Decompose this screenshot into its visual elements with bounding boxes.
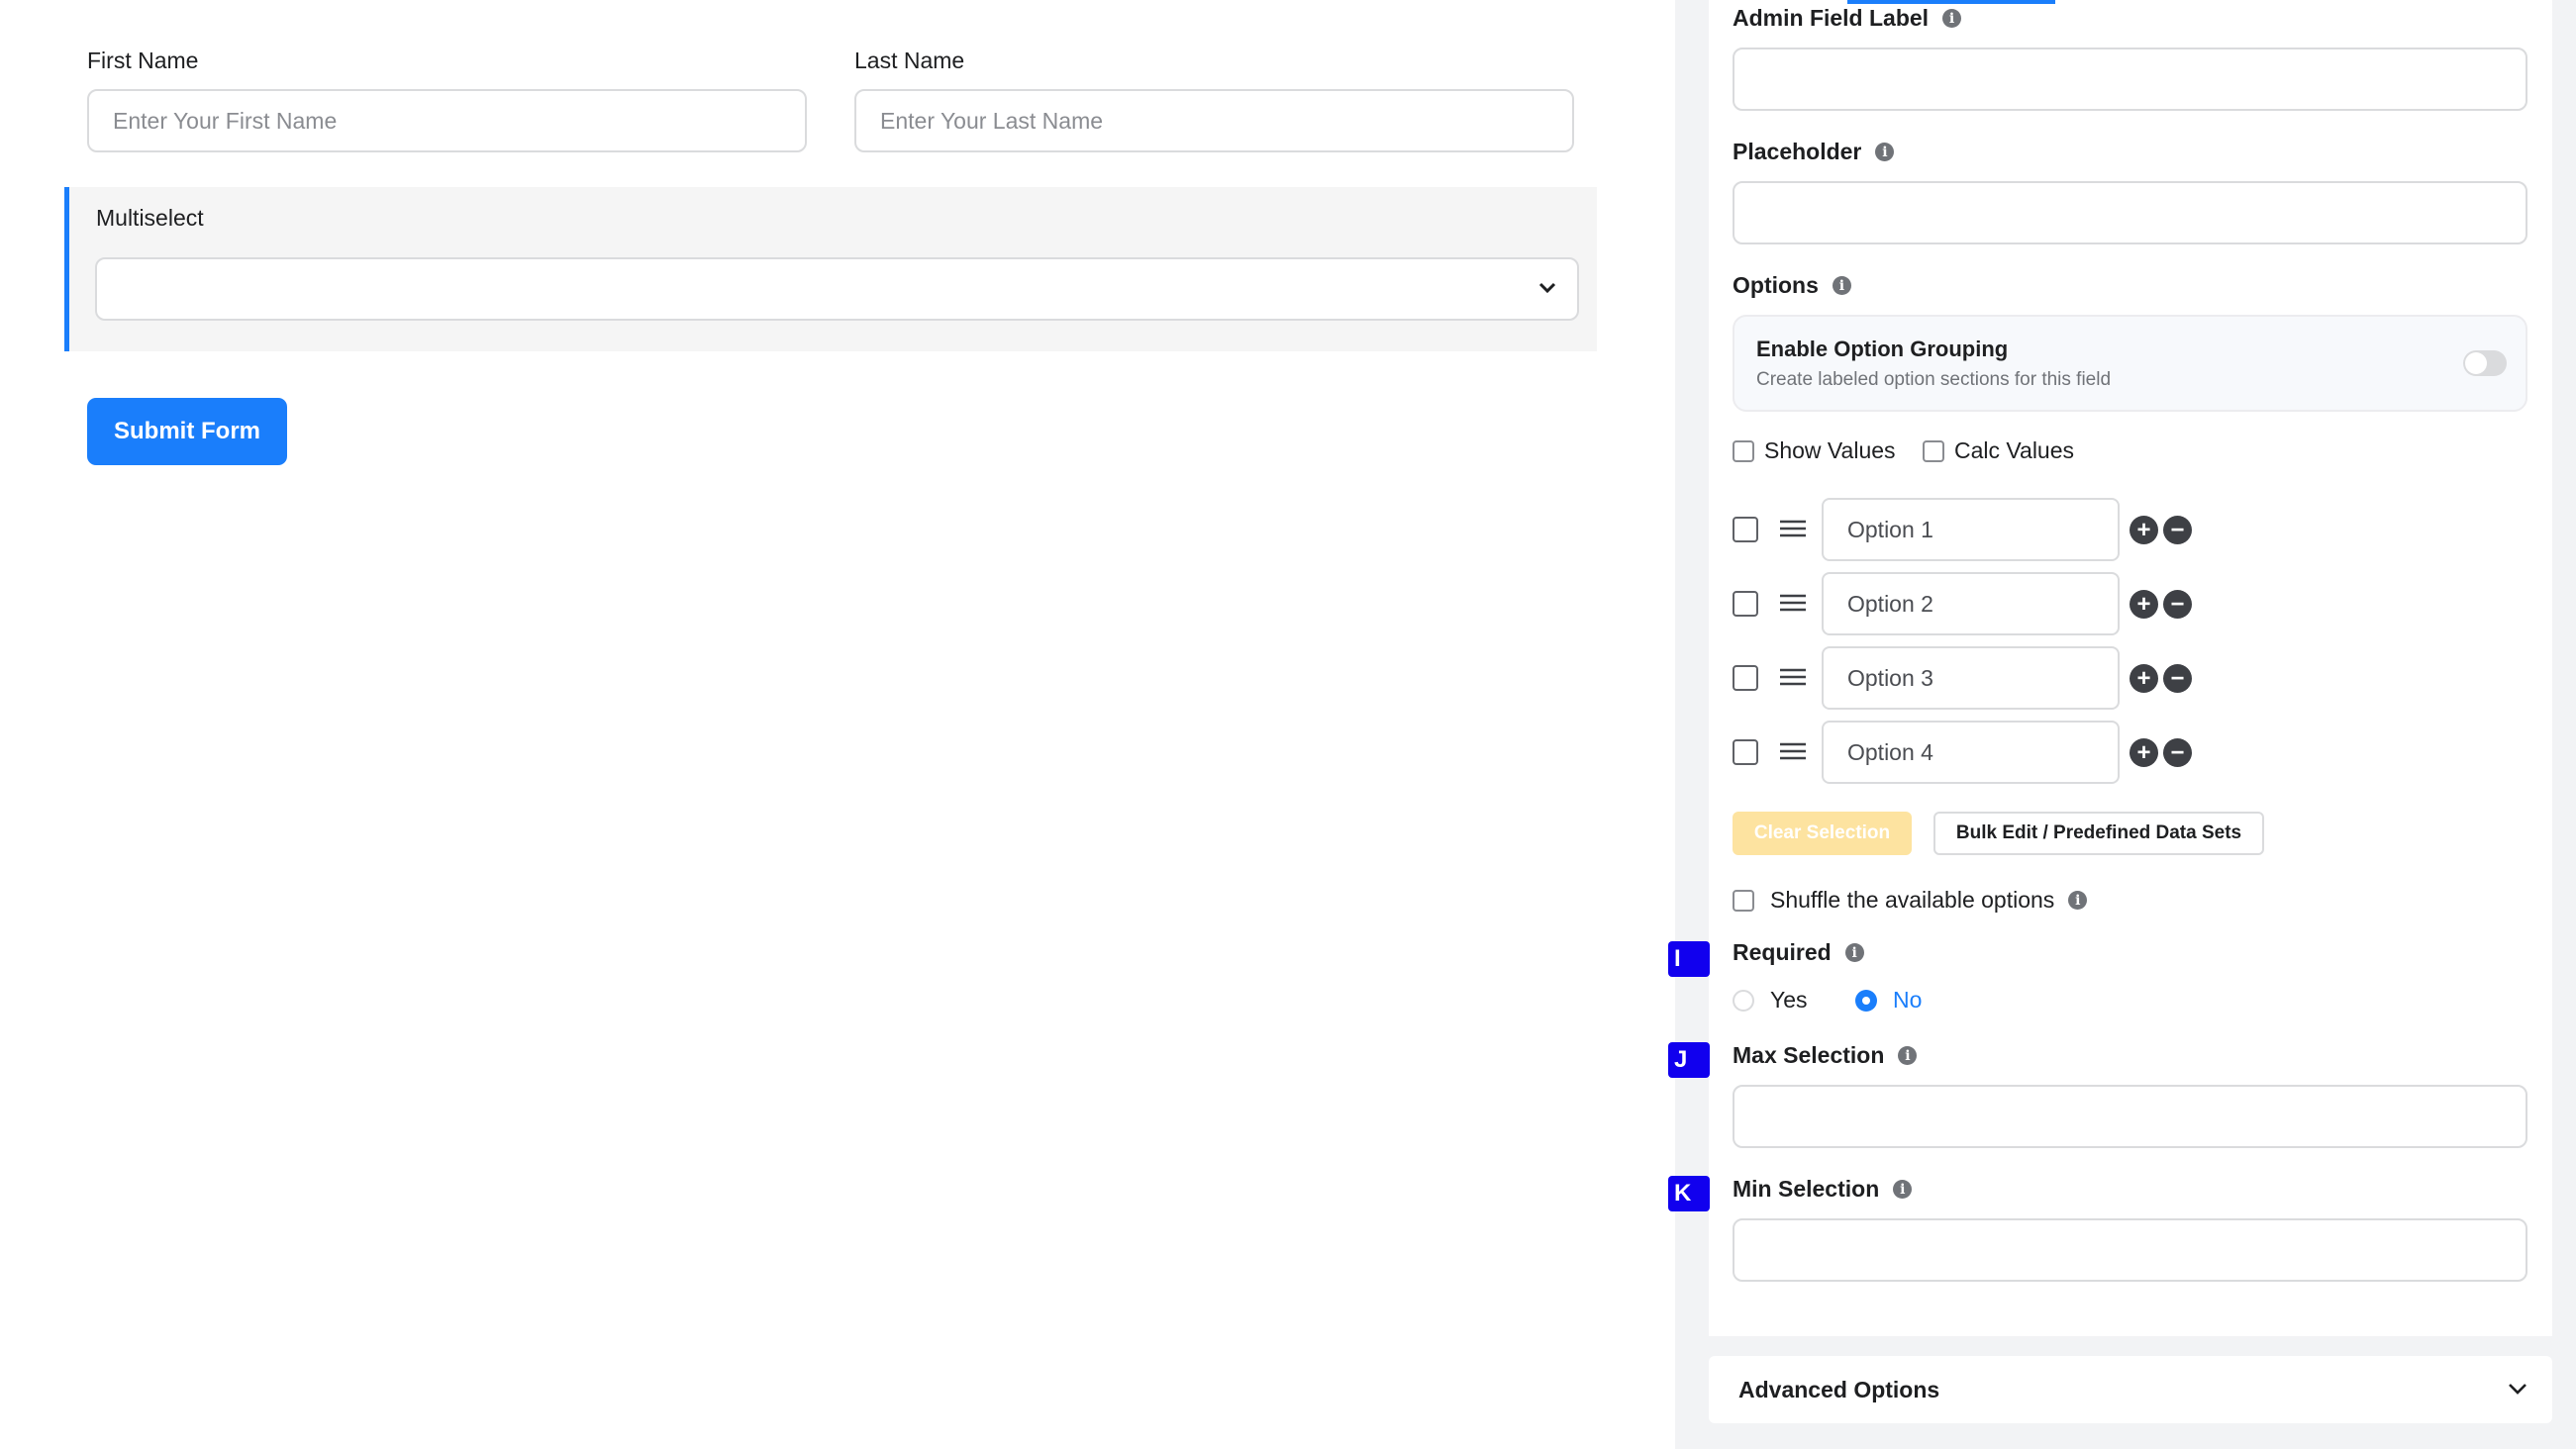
placeholder-title: Placeholder i (1733, 139, 1895, 165)
annotation-marker-i: I (1668, 941, 1710, 977)
shuffle-checkbox[interactable] (1733, 889, 1754, 912)
option-default-checkbox[interactable] (1733, 591, 1758, 617)
required-yes-option[interactable]: Yes (1733, 987, 1808, 1014)
info-icon[interactable]: i (2068, 891, 2088, 910)
remove-option-icon[interactable]: − (2163, 516, 2192, 544)
multiselect-field-block[interactable]: Multiselect (64, 187, 1597, 351)
first-name-label: First Name (87, 48, 199, 73)
chevron-down-icon (1538, 282, 1556, 294)
drag-handle-icon[interactable] (1780, 520, 1806, 537)
option-default-checkbox[interactable] (1733, 665, 1758, 691)
info-icon[interactable]: i (1844, 943, 1864, 962)
info-icon[interactable]: i (1875, 143, 1895, 161)
info-icon[interactable]: i (1942, 9, 1962, 28)
option-input[interactable]: Option 3 (1822, 646, 2120, 710)
submit-form-button[interactable]: Submit Form (87, 398, 287, 465)
remove-option-icon[interactable]: − (2163, 664, 2192, 693)
last-name-input[interactable]: Enter Your Last Name (854, 89, 1574, 152)
active-tab-indicator (1847, 0, 2055, 4)
options-title: Options i (1733, 272, 1851, 299)
option-grouping-description: Create labeled option sections for this … (1756, 369, 2112, 390)
required-yes-label: Yes (1770, 987, 1808, 1013)
remove-option-icon[interactable]: − (2163, 590, 2192, 619)
advanced-options-label: Advanced Options (1738, 1377, 1940, 1402)
min-selection-title: Min Selection i (1733, 1176, 1913, 1203)
placeholder-label-text: Placeholder (1733, 139, 1862, 164)
shuffle-checkbox-group[interactable]: Shuffle the available options i (1733, 887, 2088, 914)
annotation-marker-j: J (1668, 1042, 1710, 1078)
option-input[interactable]: Option 2 (1822, 572, 2120, 635)
required-title: Required i (1733, 939, 1864, 966)
option-default-checkbox[interactable] (1733, 739, 1758, 765)
bulk-edit-button[interactable]: Bulk Edit / Predefined Data Sets (1933, 812, 2264, 855)
required-yes-radio[interactable] (1733, 989, 1754, 1012)
add-option-icon[interactable]: + (2130, 738, 2158, 767)
calc-values-checkbox[interactable] (1923, 439, 1944, 462)
add-option-icon[interactable]: + (2130, 590, 2158, 619)
required-no-option[interactable]: No (1855, 987, 1922, 1014)
drag-handle-icon[interactable] (1780, 668, 1806, 686)
required-label-text: Required (1733, 939, 1832, 965)
info-icon[interactable]: i (1898, 1046, 1918, 1065)
first-name-input[interactable]: Enter Your First Name (87, 89, 807, 152)
show-values-checkbox[interactable] (1733, 439, 1754, 462)
option-default-checkbox[interactable] (1733, 517, 1758, 542)
chevron-down-icon (2509, 1384, 2526, 1395)
required-no-radio[interactable] (1855, 989, 1877, 1012)
add-option-icon[interactable]: + (2130, 664, 2158, 693)
max-selection-input[interactable] (1733, 1085, 2527, 1148)
annotation-marker-k: K (1668, 1176, 1710, 1211)
required-no-label: No (1893, 987, 1923, 1013)
option-input[interactable]: Option 1 (1822, 498, 2120, 561)
calc-values-label: Calc Values (1954, 437, 2075, 463)
option-grouping-toggle[interactable] (2463, 350, 2507, 376)
max-selection-title: Max Selection i (1733, 1042, 1918, 1069)
show-values-checkbox-group[interactable]: Show Values (1733, 437, 1896, 464)
multiselect-select[interactable] (95, 257, 1579, 321)
multiselect-label: Multiselect (96, 205, 204, 231)
option-grouping-box: Enable Option Grouping Create labeled op… (1733, 315, 2527, 412)
max-selection-label-text: Max Selection (1733, 1042, 1885, 1068)
option-grouping-title: Enable Option Grouping (1756, 337, 2009, 361)
placeholder-input[interactable] (1733, 181, 2527, 244)
show-values-label: Show Values (1764, 437, 1896, 463)
admin-field-label-input[interactable] (1733, 48, 2527, 111)
info-icon[interactable]: i (1832, 276, 1851, 295)
min-selection-input[interactable] (1733, 1218, 2527, 1282)
clear-selection-button[interactable]: Clear Selection (1733, 812, 1912, 855)
option-input[interactable]: Option 4 (1822, 721, 2120, 784)
min-selection-label-text: Min Selection (1733, 1176, 1880, 1202)
admin-field-label-text: Admin Field Label (1733, 5, 1930, 31)
shuffle-label: Shuffle the available options (1770, 887, 2055, 913)
calc-values-checkbox-group[interactable]: Calc Values (1923, 437, 2074, 464)
drag-handle-icon[interactable] (1780, 742, 1806, 760)
admin-field-label-title: Admin Field Label i (1733, 5, 1962, 32)
info-icon[interactable]: i (1893, 1180, 1913, 1199)
advanced-options-toggle[interactable]: Advanced Options (1709, 1356, 2552, 1423)
last-name-label: Last Name (854, 48, 965, 73)
options-label-text: Options (1733, 272, 1819, 298)
remove-option-icon[interactable]: − (2163, 738, 2192, 767)
add-option-icon[interactable]: + (2130, 516, 2158, 544)
drag-handle-icon[interactable] (1780, 594, 1806, 612)
